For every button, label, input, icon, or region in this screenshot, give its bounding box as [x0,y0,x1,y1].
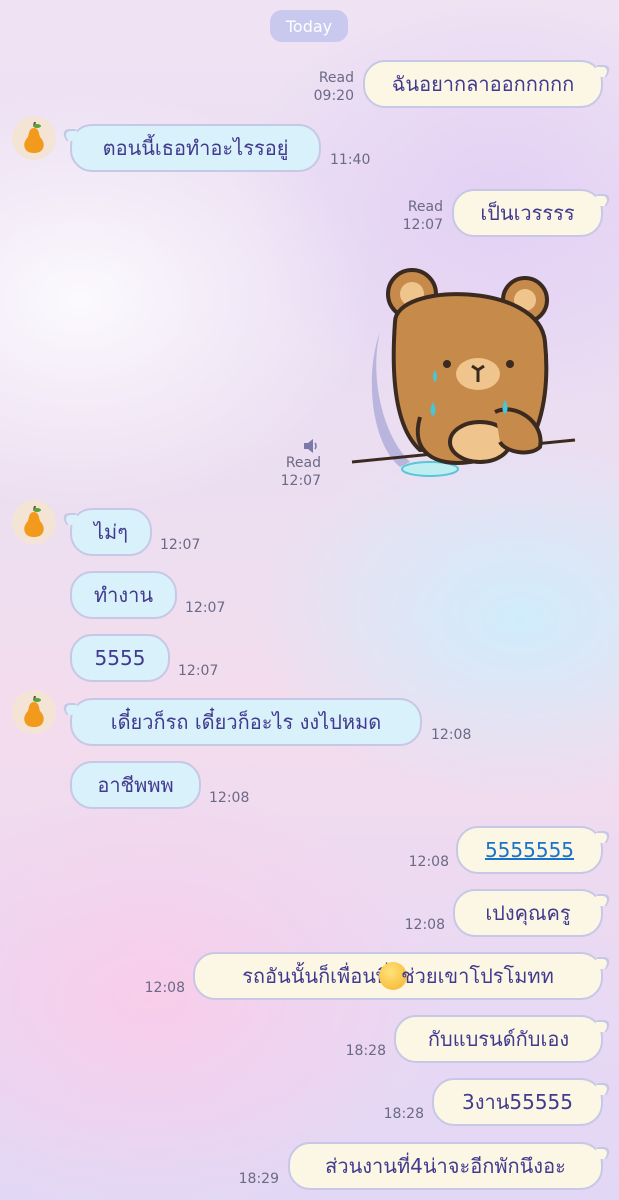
message-bubble[interactable]: ไม่ๆ [70,508,152,556]
pear-icon [24,506,44,537]
pear-icon [24,122,44,153]
message-bubble[interactable]: 5555 [70,634,170,682]
speaker-icon[interactable] [302,438,320,454]
message-bubble[interactable]: 3งาน55555 [432,1078,603,1126]
read-receipt: Read 09:20 [313,70,354,104]
message-bubble[interactable]: ตอนนี้เธอทำอะไรรอยู่ [70,124,321,172]
message-bubble[interactable]: เปงคุณครู [453,889,603,937]
timestamp: 18:28 [383,1106,424,1122]
pear-icon [24,696,44,727]
message-text: ช่วยเขาโปรโมทท [401,964,554,988]
contact-avatar[interactable] [12,116,56,160]
timestamp: 18:29 [238,1171,279,1187]
message-bubble[interactable]: ทำงาน [70,571,177,619]
timestamp: 12:07 [185,600,226,616]
date-separator: Today [270,10,348,42]
contact-avatar[interactable] [12,690,56,734]
message-bubble[interactable]: เดี๋ยวก็รถ เดี๋ยวก็อะไร งงไปหมด [70,698,422,746]
timestamp: 12:07 [160,537,201,553]
read-receipt: Read 12:07 [280,455,321,489]
message-text: รถอันนั้นก็เพื่อนพี่ [242,964,390,988]
timestamp: 11:40 [330,152,371,168]
timestamp: 12:08 [144,980,185,996]
crying-bear-sticker[interactable] [340,262,590,487]
message-bubble[interactable]: เป็นเวรรรร [452,189,603,237]
message-bubble[interactable]: 5555555 [456,826,603,874]
number-link[interactable]: 5555555 [485,838,574,862]
message-bubble[interactable]: รถอันนั้นก็เพื่อนพี่ ช่วยเขาโปรโมทท [193,952,603,1000]
timestamp: 12:07 [178,663,219,679]
timestamp: 12:08 [431,727,472,743]
message-bubble[interactable]: ส่วนงานที่4น่าจะอีกพักนึงอะ [288,1142,603,1190]
message-bubble[interactable]: ฉันอยากลาออกกกกก [363,60,603,108]
contact-avatar[interactable] [12,500,56,544]
timestamp: 12:08 [408,854,449,870]
read-receipt: Read 12:07 [402,199,443,233]
timestamp: 18:28 [345,1043,386,1059]
message-bubble[interactable]: อาชีพพพ [70,761,201,809]
timestamp: 12:08 [404,917,445,933]
timestamp: 12:08 [209,790,250,806]
message-bubble[interactable]: กับแบรนด์กับเอง [394,1015,603,1063]
